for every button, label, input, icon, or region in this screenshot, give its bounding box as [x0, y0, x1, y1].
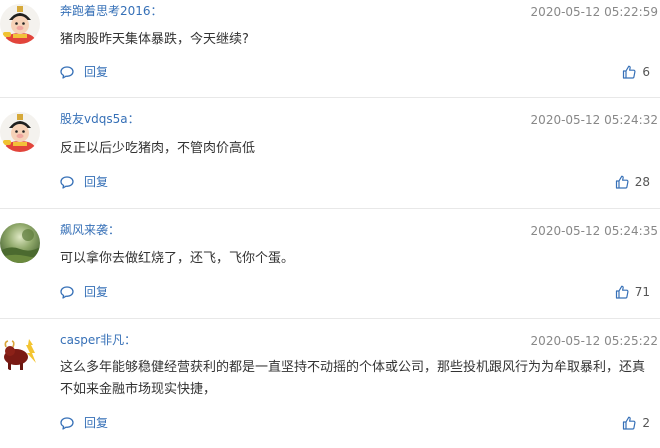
like-button[interactable]: 2	[622, 415, 650, 431]
comment-username[interactable]: 飙风来袭：	[60, 222, 120, 238]
comment-text: 这么多年能够稳健经营获利的都是一直坚持不动摇的个体或公司，那些投机跟风行为为牟取…	[60, 360, 646, 397]
comment-timestamp: 2020-05-12 05:24:35	[530, 224, 658, 238]
reply-label: 回复	[84, 416, 109, 430]
like-count: 28	[634, 175, 650, 189]
comment-text: 猪肉股昨天集体暴跌，今天继续?	[60, 32, 249, 47]
landscape-photo-avatar-icon	[0, 223, 40, 263]
comment-timestamp: 2020-05-12 05:24:32	[530, 113, 658, 127]
like-button[interactable]: 28	[615, 174, 650, 190]
reply-button[interactable]: 回复	[60, 284, 108, 300]
like-count: 6	[642, 65, 650, 79]
comment-username[interactable]: 股友vdqs5a：	[60, 111, 140, 127]
avatar[interactable]	[0, 333, 40, 373]
like-count: 2	[642, 416, 650, 430]
reply-button[interactable]: 回复	[60, 64, 108, 80]
cartoon-pig-avatar-icon	[0, 4, 40, 44]
like-button[interactable]: 71	[615, 284, 650, 300]
comment-item: casper非凡： 2020-05-12 05:25:22 这么多年能够稳健经营…	[0, 319, 660, 448]
avatar[interactable]	[0, 112, 40, 152]
reply-label: 回复	[84, 175, 109, 189]
thumbs-up-icon	[615, 285, 629, 299]
speech-bubble-icon	[60, 416, 74, 430]
speech-bubble-icon	[60, 175, 74, 189]
comment-item: 股友vdqs5a： 2020-05-12 05:24:32 反正以后少吃猪肉，不…	[0, 98, 660, 208]
comment-username[interactable]: casper非凡：	[60, 332, 136, 348]
avatar[interactable]	[0, 223, 40, 263]
cartoon-pig-avatar-icon	[0, 112, 40, 152]
golden-bull-avatar-icon	[0, 333, 40, 373]
reply-button[interactable]: 回复	[60, 174, 108, 190]
speech-bubble-icon	[60, 65, 74, 79]
thumbs-up-icon	[623, 65, 636, 79]
like-button[interactable]: 6	[622, 64, 650, 80]
comment-text: 可以拿你去做红烧了，还飞，飞你个蛋。	[60, 251, 295, 266]
comment-item: 飙风来袭： 2020-05-12 05:24:35 可以拿你去做红烧了，还飞，飞…	[0, 209, 660, 318]
avatar[interactable]	[0, 4, 40, 44]
comment-text: 反正以后少吃猪肉，不管肉价高低	[60, 141, 256, 156]
comment-item: 奔跑着思考2016： 2020-05-12 05:22:59 猪肉股昨天集体暴跌…	[0, 0, 660, 97]
reply-button[interactable]: 回复	[60, 415, 108, 431]
thumbs-up-icon	[623, 416, 636, 430]
comment-username[interactable]: 奔跑着思考2016：	[60, 3, 163, 19]
comment-timestamp: 2020-05-12 05:22:59	[530, 5, 658, 19]
reply-label: 回复	[84, 285, 109, 299]
like-count: 71	[634, 285, 650, 299]
thumbs-up-icon	[615, 175, 629, 189]
comment-timestamp: 2020-05-12 05:25:22	[530, 334, 658, 348]
reply-label: 回复	[84, 65, 109, 79]
speech-bubble-icon	[60, 285, 74, 299]
